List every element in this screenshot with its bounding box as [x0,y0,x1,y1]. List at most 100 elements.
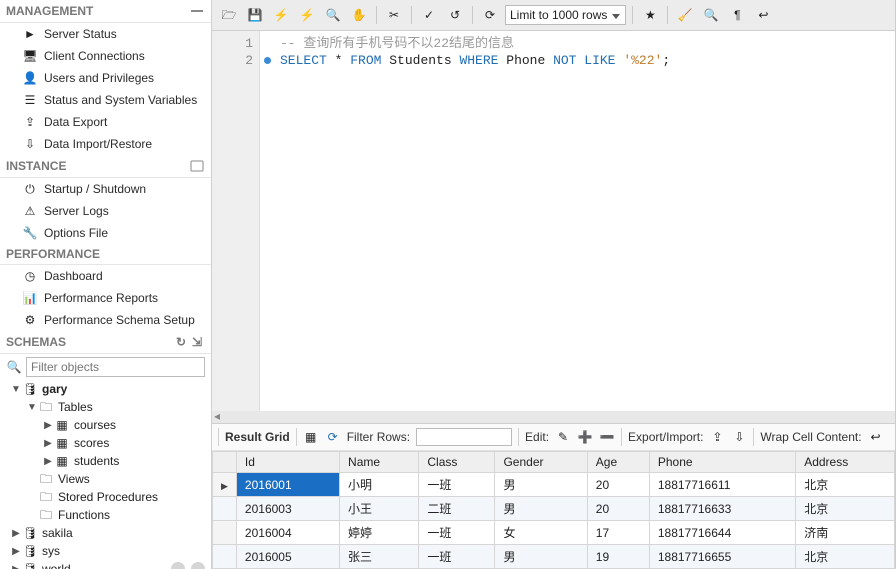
schemas-expand-icon[interactable]: ⇲ [189,334,205,350]
column-header[interactable]: Phone [649,452,795,473]
column-header[interactable]: Age [587,452,649,473]
cell[interactable]: 婷婷 [340,521,419,545]
editor-line[interactable]: -- 查询所有手机号码不以22结尾的信息 [280,35,885,52]
save-button[interactable]: 💾 [244,4,266,26]
cell[interactable]: 女 [495,521,587,545]
management-item-2[interactable]: 👤Users and Privileges [0,67,211,89]
insert-row-icon[interactable]: ➕ [577,429,593,445]
schema-tree[interactable]: ▼🛢gary▼🗀Tables▶▦courses▶▦scores▶▦student… [0,380,211,569]
result-grid-icon[interactable]: ▦ [303,429,319,445]
search-button[interactable]: 🔍 [700,4,722,26]
instance-item-0[interactable]: ⏻Startup / Shutdown [0,178,211,200]
cell[interactable]: 一班 [419,521,495,545]
performance-item-1[interactable]: 📊Performance Reports [0,287,211,309]
expander-icon[interactable]: ▼ [10,384,22,395]
results-splitter[interactable] [212,411,895,423]
column-header[interactable]: Class [419,452,495,473]
import-icon[interactable]: ⇩ [731,429,747,445]
performance-item-2[interactable]: ⚙Performance Schema Setup [0,309,211,331]
tree-node-Stored Procedures[interactable]: 🗀Stored Procedures [0,488,211,506]
limit-rows-select[interactable]: Limit to 1000 rows [505,5,626,25]
export-icon[interactable]: ⇪ [709,429,725,445]
open-file-button[interactable]: 🗁 [218,4,240,26]
result-grid[interactable]: IdNameClassGenderAgePhoneAddress2016001小… [212,451,895,569]
cell[interactable]: 小明 [340,473,419,497]
snip-button[interactable]: ✂ [383,4,405,26]
expander-icon[interactable]: ▶ [42,420,54,431]
cell[interactable]: 19 [587,545,649,569]
expander-icon[interactable]: ▼ [26,402,38,413]
cell[interactable]: 20 [587,473,649,497]
expander-icon[interactable]: ▶ [10,564,22,569]
stop-button[interactable]: ✋ [348,4,370,26]
filter-rows-input[interactable] [416,428,512,446]
cell[interactable]: 二班 [419,497,495,521]
table-row[interactable]: 2016003小王二班男2018817716633北京 [213,497,895,521]
expander-icon[interactable]: ▶ [10,528,22,539]
exec-current-button[interactable]: ⚡ [296,4,318,26]
explain-button[interactable]: 🔍 [322,4,344,26]
tree-node-scores[interactable]: ▶▦scores [0,434,211,452]
autocommit-button[interactable]: ⟳ [479,4,501,26]
cell[interactable]: 17 [587,521,649,545]
expander-icon[interactable]: ▶ [42,456,54,467]
tree-node-Views[interactable]: 🗀Views [0,470,211,488]
tree-node-gary[interactable]: ▼🛢gary [0,380,211,398]
tree-node-sakila[interactable]: ▶🛢sakila [0,524,211,542]
tree-node-Tables[interactable]: ▼🗀Tables [0,398,211,416]
schemas-refresh-icon[interactable]: ↻ [173,334,189,350]
management-item-3[interactable]: ☰Status and System Variables [0,89,211,111]
cell[interactable]: 北京 [796,473,895,497]
cell[interactable]: 男 [495,497,587,521]
cell[interactable]: 20 [587,497,649,521]
instance-item-2[interactable]: 🔧Options File [0,222,211,244]
cell[interactable]: 2016001 [236,473,339,497]
rollback-button[interactable]: ↺ [444,4,466,26]
cell[interactable]: 一班 [419,473,495,497]
column-header[interactable]: Gender [495,452,587,473]
exec-all-button[interactable]: ⚡ [270,4,292,26]
tree-node-courses[interactable]: ▶▦courses [0,416,211,434]
management-item-5[interactable]: ⇩Data Import/Restore [0,133,211,155]
tree-node-students[interactable]: ▶▦students [0,452,211,470]
cell[interactable]: 2016004 [236,521,339,545]
schema-filter-input[interactable] [26,357,205,377]
cell[interactable]: 济南 [796,521,895,545]
cell[interactable]: 张三 [340,545,419,569]
edit-cell-icon[interactable]: ✎ [555,429,571,445]
cell[interactable]: 18817716644 [649,521,795,545]
beautify-button[interactable]: 🧹 [674,4,696,26]
tree-node-Functions[interactable]: 🗀Functions [0,506,211,524]
info-icon[interactable] [171,562,185,569]
cell[interactable]: 北京 [796,545,895,569]
column-header[interactable]: Id [236,452,339,473]
tree-node-world[interactable]: ▶🛢world [0,560,211,569]
cell[interactable]: 北京 [796,497,895,521]
toggle-invisible-button[interactable]: ¶ [726,4,748,26]
more-icon[interactable] [191,562,205,569]
instance-item-1[interactable]: ⚠Server Logs [0,200,211,222]
table-row[interactable]: 2016004婷婷一班女1718817716644济南 [213,521,895,545]
favorite-button[interactable]: ★ [639,4,661,26]
delete-row-icon[interactable]: ➖ [599,429,615,445]
cell[interactable]: 一班 [419,545,495,569]
cell[interactable]: 2016005 [236,545,339,569]
performance-item-0[interactable]: ◷Dashboard [0,265,211,287]
wrap-button[interactable]: ↩ [752,4,774,26]
editor-line[interactable]: SELECT * FROM Students WHERE Phone NOT L… [280,52,885,69]
expander-icon[interactable]: ▶ [10,546,22,557]
cell[interactable]: 男 [495,545,587,569]
cell[interactable]: 小王 [340,497,419,521]
cell[interactable]: 18817716611 [649,473,795,497]
cell[interactable]: 2016003 [236,497,339,521]
result-refresh-icon[interactable]: ⟳ [325,429,341,445]
cell[interactable]: 18817716655 [649,545,795,569]
column-header[interactable]: Name [340,452,419,473]
breakpoint-icon[interactable] [264,57,271,64]
cell[interactable]: 男 [495,473,587,497]
management-item-4[interactable]: ⇪Data Export [0,111,211,133]
expander-icon[interactable]: ▶ [42,438,54,449]
tree-node-sys[interactable]: ▶🛢sys [0,542,211,560]
management-item-0[interactable]: ►Server Status [0,23,211,45]
table-row[interactable]: 2016001小明一班男2018817716611北京 [213,473,895,497]
